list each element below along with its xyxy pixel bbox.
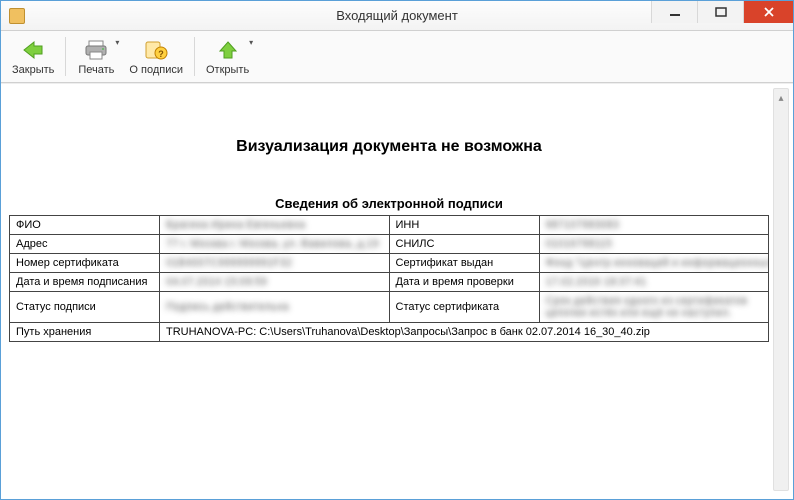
label-check-time: Дата и время проверки	[389, 273, 539, 292]
label-sign-time: Дата и время подписания	[10, 273, 160, 292]
table-row: Дата и время подписания 04.07.2014 15:09…	[10, 273, 769, 292]
label-sign-status: Статус подписи	[10, 292, 160, 323]
label-path: Путь хранения	[10, 323, 160, 342]
table-row: Статус подписи Подпись действительна Ста…	[10, 292, 769, 323]
close-icon	[763, 6, 775, 18]
about-signature-label: О подписи	[129, 64, 183, 76]
about-signature-button[interactable]: ? О подписи	[122, 33, 190, 80]
vertical-scrollbar[interactable]: ▴	[773, 88, 789, 491]
toolbar: Закрыть ▾ Печать ? О подписи ▾ Открыть	[1, 31, 793, 83]
window-controls	[651, 1, 793, 30]
arrow-left-icon	[20, 38, 46, 62]
print-button[interactable]: ▾ Печать	[70, 33, 122, 80]
value-snils: 01016798115	[539, 235, 769, 254]
maximize-button[interactable]	[697, 1, 743, 23]
toolbar-separator	[194, 37, 195, 76]
table-row: Путь хранения TRUHANOVA-PC: C:\Users\Tru…	[10, 323, 769, 342]
document-viewport: Визуализация документа не возможна Сведе…	[9, 88, 769, 491]
label-cert-issuer: Сертификат выдан	[389, 254, 539, 273]
label-address: Адрес	[10, 235, 160, 254]
minimize-icon	[669, 6, 681, 18]
printer-icon	[83, 38, 109, 62]
value-check-time: 17.02.2016 18:37:41	[539, 273, 769, 292]
signature-info-icon: ?	[143, 38, 169, 62]
label-inn: ИНН	[389, 216, 539, 235]
label-snils: СНИЛС	[389, 235, 539, 254]
chevron-down-icon: ▾	[115, 38, 119, 47]
label-fio: ФИО	[10, 216, 160, 235]
doc-heading: Визуализация документа не возможна	[9, 138, 769, 156]
scroll-up-icon: ▴	[774, 93, 788, 104]
close-button[interactable]: Закрыть	[5, 33, 61, 80]
value-sign-status: Подпись действительна	[160, 292, 390, 323]
value-address: 77 г. Москва г. Москва, ул. Вавилова, д.…	[160, 235, 390, 254]
label-cert-status: Статус сертификата	[389, 292, 539, 323]
app-icon	[9, 8, 25, 24]
value-path: TRUHANOVA-PC: C:\Users\Truhanova\Desktop…	[160, 323, 769, 342]
signature-info-table: ФИО Брагина Ирина Евгеньевна ИНН 9871079…	[9, 215, 769, 342]
content-area: ▴ Визуализация документа не возможна Све…	[1, 83, 793, 499]
open-button[interactable]: ▾ Открыть	[199, 33, 256, 80]
value-inn: 987107983083	[539, 216, 769, 235]
close-label: Закрыть	[12, 64, 54, 76]
table-row: ФИО Брагина Ирина Евгеньевна ИНН 9871079…	[10, 216, 769, 235]
minimize-button[interactable]	[651, 1, 697, 23]
value-cert-issuer: Фонд "Центр инноваций и информационных т…	[539, 254, 769, 273]
maximize-icon	[715, 6, 727, 18]
print-label: Печать	[78, 64, 114, 76]
value-cert-no: 01B4007C999999991F32	[160, 254, 390, 273]
toolbar-separator	[65, 37, 66, 76]
value-cert-status: Срок действия одного из сертификатов цеп…	[539, 292, 769, 323]
label-cert-no: Номер сертификата	[10, 254, 160, 273]
chevron-down-icon: ▾	[249, 38, 253, 47]
close-window-button[interactable]	[743, 1, 793, 23]
value-fio: Брагина Ирина Евгеньевна	[160, 216, 390, 235]
arrow-up-icon	[215, 38, 241, 62]
table-row: Номер сертификата 01B4007C999999991F32 С…	[10, 254, 769, 273]
signature-section-title: Сведения об электронной подписи	[9, 196, 769, 211]
table-row: Адрес 77 г. Москва г. Москва, ул. Вавило…	[10, 235, 769, 254]
open-label: Открыть	[206, 64, 249, 76]
value-sign-time: 04.07.2014 15:09:59	[160, 273, 390, 292]
titlebar: Входящий документ	[1, 1, 793, 31]
svg-text:?: ?	[158, 49, 164, 59]
